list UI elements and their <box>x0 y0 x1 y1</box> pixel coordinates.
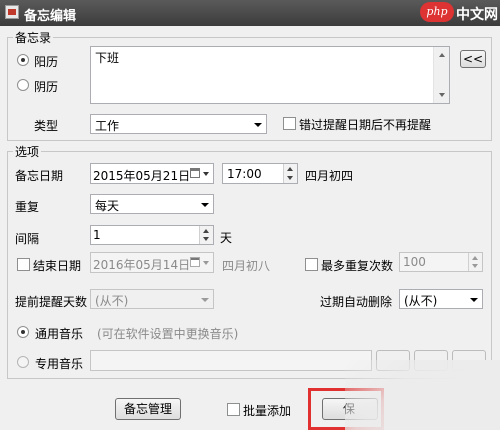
interval-unit: 天 <box>220 231 233 245</box>
advance-days-select[interactable]: (从不) <box>90 289 214 309</box>
window-title: 备忘编辑 <box>24 9 77 24</box>
spin-down-icon[interactable] <box>472 264 478 268</box>
spin-up-icon[interactable] <box>472 256 478 260</box>
batch-add-checkbox[interactable] <box>227 403 240 416</box>
auto-delete-select[interactable]: (从不) <box>399 289 483 309</box>
end-date-value: 2016年05月14日 <box>93 258 191 272</box>
custom-music-label[interactable]: 专用音乐 <box>35 355 83 372</box>
general-music-hint: (可在软件设置中更换音乐) <box>97 327 239 341</box>
spin-down-icon[interactable] <box>287 176 293 180</box>
blur-overlay <box>345 360 500 430</box>
solar-label[interactable]: 阳历 <box>34 53 58 70</box>
solar-radio[interactable] <box>17 54 29 66</box>
memo-content-textarea[interactable]: 下班 <box>90 46 450 104</box>
type-value: 工作 <box>95 119 120 133</box>
memo-date-value: 2015年05月21日 <box>93 169 191 183</box>
memo-content-scrollbar[interactable] <box>433 47 449 103</box>
memo-manage-label: 备忘管理 <box>123 402 172 416</box>
batch-add-label[interactable]: 批量添加 <box>243 402 291 419</box>
calendar-icon[interactable] <box>190 168 200 178</box>
chevron-down-icon <box>201 203 209 207</box>
type-label: 类型 <box>34 119 59 133</box>
max-repeat-spinner[interactable] <box>468 253 482 271</box>
custom-music-path-input[interactable] <box>90 350 372 371</box>
advance-days-label: 提前提醒天数 <box>15 295 88 309</box>
repeat-select[interactable]: 每天 <box>90 194 214 214</box>
collapse-button[interactable]: << <box>460 50 486 68</box>
no-remind-after-missed-label[interactable]: 错过提醒日期后不再提醒 <box>299 116 431 133</box>
max-repeat-checkbox[interactable] <box>305 258 318 271</box>
memo-content-text: 下班 <box>95 51 120 65</box>
memo-group-label: 备忘录 <box>13 29 54 46</box>
memo-edit-dialog: 备忘编辑 php 中文网 备忘录 阳历 阴历 下班 << 类型 工作 错过提醒日… <box>0 0 500 430</box>
options-group-label: 选项 <box>13 143 42 160</box>
scroll-down-icon[interactable] <box>439 93 445 97</box>
calendar-icon[interactable] <box>190 257 200 267</box>
chevron-down-icon[interactable] <box>203 172 209 176</box>
app-icon <box>5 5 19 19</box>
spin-up-icon[interactable] <box>287 167 293 171</box>
end-date-checkbox[interactable] <box>17 258 30 271</box>
end-date-label[interactable]: 结束日期 <box>33 257 81 274</box>
lunar-label[interactable]: 阴历 <box>34 78 58 95</box>
repeat-label: 重复 <box>15 200 40 214</box>
max-repeat-value: 100 <box>403 255 426 269</box>
chevron-down-icon <box>254 123 262 127</box>
watermark-logo: php <box>420 2 454 22</box>
title-bar[interactable]: 备忘编辑 php 中文网 <box>0 0 500 26</box>
general-music-radio[interactable] <box>17 326 29 338</box>
spin-up-icon[interactable] <box>203 229 209 233</box>
chevron-down-icon <box>470 298 478 302</box>
interval-input[interactable]: 1 <box>90 225 214 245</box>
auto-delete-value: (从不) <box>404 294 438 308</box>
advance-days-value: (从不) <box>95 294 129 308</box>
custom-music-radio[interactable] <box>17 356 29 368</box>
auto-delete-label: 过期自动删除 <box>320 295 393 309</box>
type-select[interactable]: 工作 <box>90 114 267 134</box>
memo-time-value: 17:00 <box>227 167 262 181</box>
max-repeat-label[interactable]: 最多重复次数 <box>321 257 393 274</box>
lunar-date-text: 四月初四 <box>305 169 354 183</box>
memo-date-label: 备忘日期 <box>15 169 64 183</box>
collapse-label: << <box>462 52 484 66</box>
end-lunar-date-text: 四月初八 <box>222 259 271 273</box>
repeat-value: 每天 <box>95 199 120 213</box>
time-spinner[interactable] <box>283 164 297 183</box>
chevron-down-icon[interactable] <box>203 261 209 265</box>
memo-manage-button[interactable]: 备忘管理 <box>115 398 181 420</box>
general-music-label[interactable]: 通用音乐 <box>35 325 83 342</box>
watermark-text: 中文网 <box>456 7 498 23</box>
spin-down-icon[interactable] <box>203 237 209 241</box>
lunar-radio[interactable] <box>17 79 29 91</box>
interval-value: 1 <box>93 228 101 242</box>
chevron-down-icon <box>201 298 209 302</box>
watermark: php 中文网 <box>420 2 500 24</box>
interval-label: 间隔 <box>15 232 40 246</box>
scroll-up-icon[interactable] <box>439 53 445 57</box>
no-remind-after-missed-checkbox[interactable] <box>283 117 296 130</box>
interval-spinner[interactable] <box>199 226 213 244</box>
